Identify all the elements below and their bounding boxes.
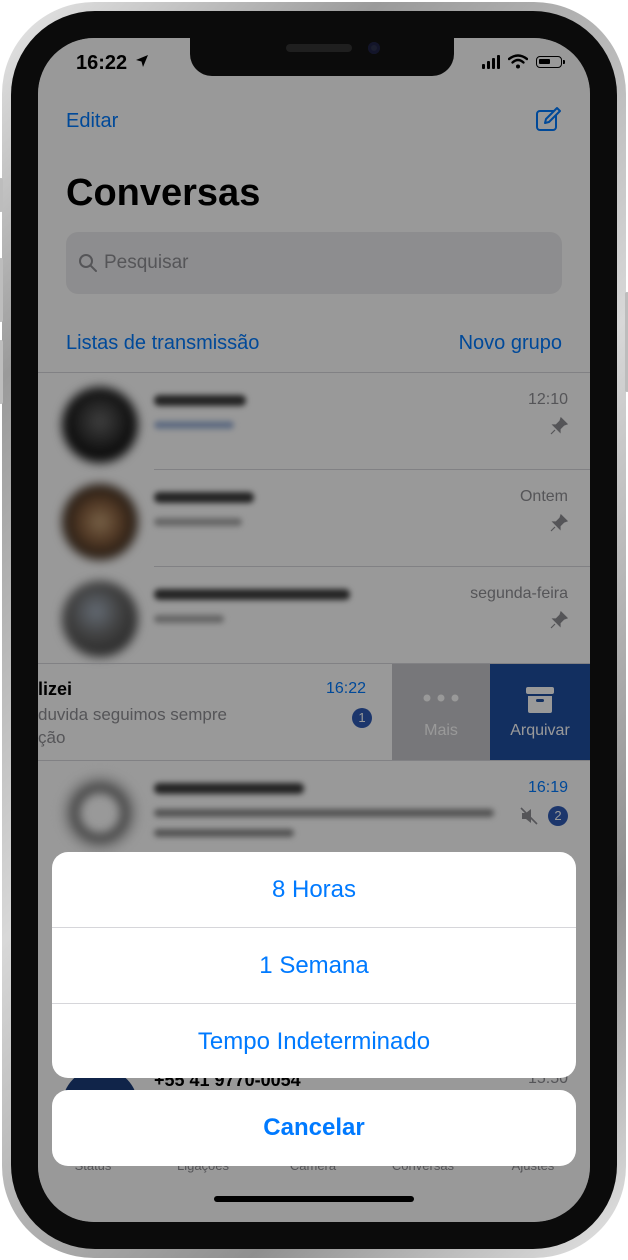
- notch: [190, 38, 454, 76]
- cancel-button[interactable]: Cancelar: [52, 1090, 576, 1166]
- mute-switch: [0, 178, 3, 212]
- option-indefinite[interactable]: Tempo Indeterminado: [52, 1004, 576, 1078]
- volume-down-button: [0, 340, 3, 404]
- screen: 16:22 Editar Conversas Pesquisar Listas …: [38, 38, 590, 1222]
- option-1-week[interactable]: 1 Semana: [52, 928, 576, 1003]
- speaker: [286, 44, 352, 52]
- mute-duration-action-sheet: 8 Horas 1 Semana Tempo Indeterminado: [52, 852, 576, 1078]
- front-camera: [368, 42, 380, 54]
- home-indicator[interactable]: [214, 1196, 414, 1202]
- option-8-hours[interactable]: 8 Horas: [52, 852, 576, 927]
- volume-up-button: [0, 258, 3, 322]
